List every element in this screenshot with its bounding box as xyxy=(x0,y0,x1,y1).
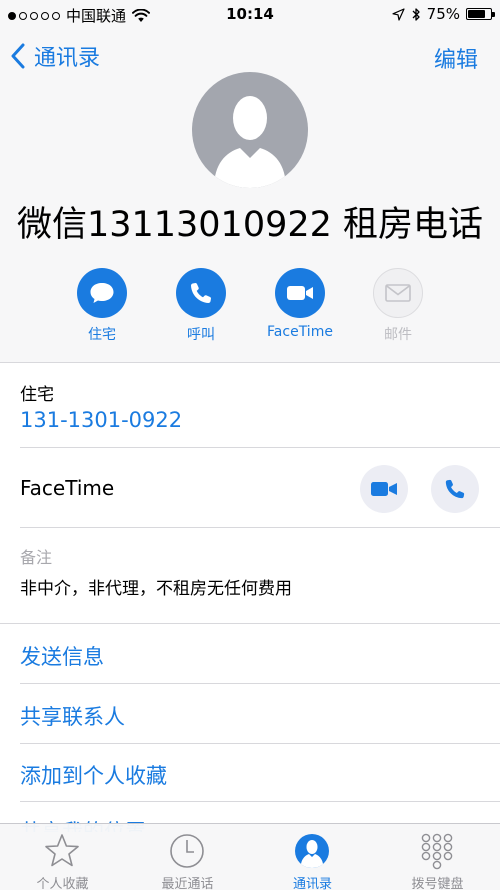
tab-keypad[interactable]: 拨号键盘 xyxy=(375,824,500,890)
add-favorite-link[interactable]: 添加到个人收藏 xyxy=(20,760,167,790)
notes-row[interactable]: 备注 非中介，非代理，不租房无任何费用 xyxy=(0,528,500,624)
quick-actions: 住宅 呼叫 FaceTime 邮件 xyxy=(0,268,500,348)
facetime-row: FaceTime xyxy=(0,448,500,528)
notes-label: 备注 xyxy=(20,548,53,567)
person-silhouette-icon xyxy=(214,96,286,188)
contact-name: 微信13113010922 租房电话 xyxy=(16,205,484,245)
action-label: FaceTime xyxy=(267,324,333,340)
tab-contacts[interactable]: 通讯录 xyxy=(250,824,375,890)
action-label: 住宅 xyxy=(88,327,116,343)
keypad-icon xyxy=(421,833,453,870)
chevron-left-icon xyxy=(11,43,25,69)
action-circle xyxy=(275,268,325,318)
facetime-audio-button[interactable] xyxy=(431,465,479,513)
mail-icon xyxy=(385,284,411,302)
share-contact-row[interactable]: 共享联系人 xyxy=(0,684,500,744)
action-circle xyxy=(77,268,127,318)
battery-percent: 75% xyxy=(426,5,460,23)
message-action-button[interactable]: 住宅 xyxy=(62,268,142,344)
tab-label: 个人收藏 xyxy=(36,877,89,890)
video-icon xyxy=(371,482,397,496)
tab-label: 拨号键盘 xyxy=(411,877,464,890)
action-circle xyxy=(373,268,423,318)
phone-icon xyxy=(191,283,211,303)
video-icon xyxy=(287,286,313,300)
send-message-row[interactable]: 发送信息 xyxy=(0,624,500,684)
facetime-label: FaceTime xyxy=(20,476,115,500)
phone-type-label: 住宅 xyxy=(20,385,54,405)
bluetooth-icon xyxy=(412,7,420,21)
facetime-video-button[interactable] xyxy=(360,465,408,513)
tab-bar: 个人收藏 最近通话 通讯录 拨号键盘 xyxy=(0,823,500,890)
clock-icon xyxy=(170,834,204,868)
status-bar: 中国联通 10:14 75% xyxy=(0,0,500,30)
action-label: 呼叫 xyxy=(187,327,215,343)
message-icon xyxy=(90,283,114,303)
tab-recents[interactable]: 最近通话 xyxy=(125,824,250,890)
edit-button[interactable]: 编辑 xyxy=(434,42,478,74)
tab-label: 通讯录 xyxy=(292,877,332,890)
status-right: 75% xyxy=(392,5,495,23)
battery-icon xyxy=(466,8,495,20)
avatar xyxy=(192,72,308,188)
phone-number-row[interactable]: 住宅 131-1301-0922 xyxy=(0,364,500,448)
facetime-action-button[interactable]: FaceTime xyxy=(260,268,340,340)
back-button[interactable]: 通讯录 xyxy=(10,40,100,72)
mail-action-button[interactable]: 邮件 xyxy=(358,268,438,344)
add-favorite-row[interactable]: 添加到个人收藏 xyxy=(0,744,500,802)
star-icon xyxy=(45,834,79,867)
share-contact-link[interactable]: 共享联系人 xyxy=(20,701,125,731)
action-label: 邮件 xyxy=(384,327,412,343)
tab-favorites[interactable]: 个人收藏 xyxy=(0,824,125,890)
phone-icon xyxy=(445,479,465,499)
tab-label: 最近通话 xyxy=(161,877,214,890)
send-message-link[interactable]: 发送信息 xyxy=(20,641,104,671)
action-circle xyxy=(176,268,226,318)
call-action-button[interactable]: 呼叫 xyxy=(161,268,241,344)
location-arrow-icon xyxy=(392,7,405,21)
phone-number[interactable]: 131-1301-0922 xyxy=(20,408,182,432)
back-button-label: 通讯录 xyxy=(34,46,101,71)
person-icon xyxy=(295,834,329,868)
notes-text: 非中介，非代理，不租房无任何费用 xyxy=(20,579,292,599)
